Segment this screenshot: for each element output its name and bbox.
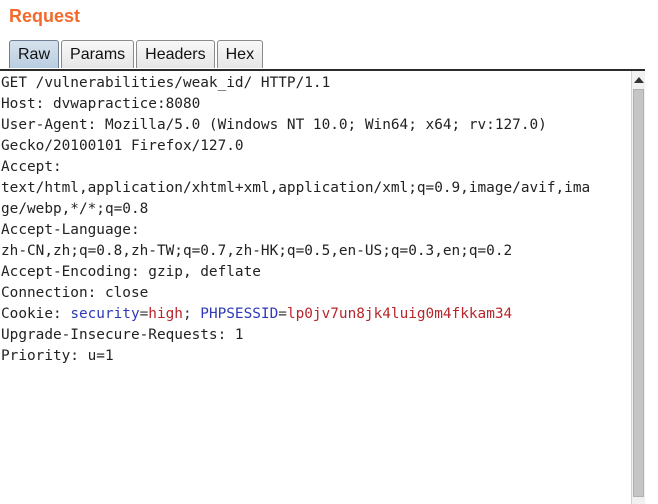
tab-hex[interactable]: Hex [216,40,264,68]
header-priority: Priority: u=1 [1,348,114,364]
cookie-separator: ; [182,306,201,322]
cookie-name-phpsessid: PHPSESSID [200,306,279,322]
cookie-equals: = [278,306,287,322]
cookie-equals: = [139,306,149,322]
header-accept-language: Accept-Language: [1,222,140,238]
tab-params[interactable]: Params [61,40,135,68]
scroll-up-arrow-icon[interactable] [634,77,644,83]
vertical-scrollbar[interactable] [631,71,645,504]
header-cookie: Cookie: security=high; PHPSESSID=lp0jv7u… [1,304,512,325]
panel-edge [645,0,658,504]
tab-raw[interactable]: Raw [9,40,60,68]
cookie-label: Cookie: [1,306,71,322]
raw-request-editor[interactable]: GET /vulnerabilities/weak_id/ HTTP/1.1 H… [0,71,630,504]
cookie-name-security: security [70,306,140,322]
tab-bar: Raw Params Headers Hex [9,40,265,70]
cookie-value-security: high [148,306,183,322]
header-connection: Connection: close [1,285,149,301]
header-user-agent-cont: Gecko/20100101 Firefox/127.0 [1,138,244,154]
header-accept: Accept: [1,159,62,175]
header-accept-value: text/html,application/xhtml+xml,applicat… [1,180,591,196]
request-line: GET /vulnerabilities/weak_id/ HTTP/1.1 [1,75,331,91]
header-accept-value-cont: ge/webp,*/*;q=0.8 [1,201,149,217]
cookie-value-phpsessid: lp0jv7un8jk4luig0m4fkkam34 [286,306,513,322]
header-user-agent: User-Agent: Mozilla/5.0 (Windows NT 10.0… [1,117,547,133]
tab-headers[interactable]: Headers [136,40,215,68]
header-accept-language-value: zh-CN,zh;q=0.8,zh-TW;q=0.7,zh-HK;q=0.5,e… [1,243,513,259]
panel-title: Request [9,6,81,26]
header-host: Host: dvwapractice:8080 [1,96,201,112]
header-accept-encoding: Accept-Encoding: gzip, deflate [1,264,261,280]
header-upgrade-insecure: Upgrade-Insecure-Requests: 1 [1,327,244,343]
scroll-thumb[interactable] [633,89,644,497]
